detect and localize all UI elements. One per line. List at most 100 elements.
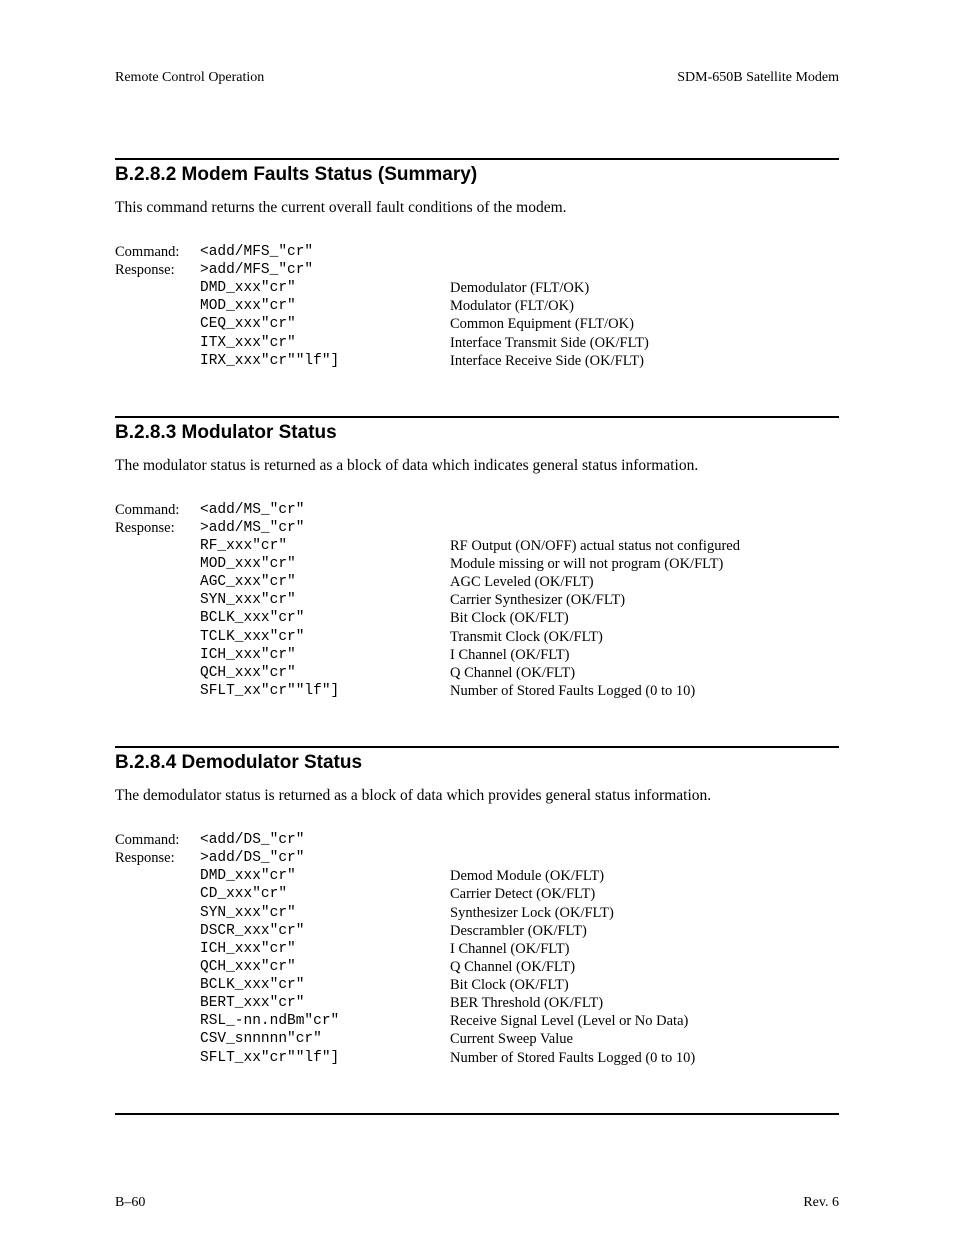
row-desc: RF Output (ON/OFF) actual status not con…: [450, 537, 839, 555]
row-desc: Receive Signal Level (Level or No Data): [450, 1012, 839, 1030]
row-spacer: [115, 1012, 200, 1030]
row-code: DMD_xxx"cr": [200, 867, 450, 885]
command-block: Command:<add/DS_"cr"Response:>add/DS_"cr…: [115, 831, 839, 1067]
row-code: ITX_xxx"cr": [200, 334, 450, 352]
row-spacer: [115, 555, 200, 573]
response-code: >add/DS_"cr": [200, 849, 450, 867]
response-desc: [450, 519, 839, 537]
row-desc: Carrier Detect (OK/FLT): [450, 885, 839, 903]
command-desc: [450, 501, 839, 519]
row-spacer: [115, 573, 200, 591]
header-left: Remote Control Operation: [115, 70, 264, 86]
row-code: QCH_xxx"cr": [200, 958, 450, 976]
footer-right: Rev. 6: [803, 1195, 839, 1211]
row-spacer: [115, 628, 200, 646]
response-code: >add/MS_"cr": [200, 519, 450, 537]
row-code: ICH_xxx"cr": [200, 940, 450, 958]
row-desc: Bit Clock (OK/FLT): [450, 609, 839, 627]
row-code: BERT_xxx"cr": [200, 994, 450, 1012]
response-code: >add/MFS_"cr": [200, 261, 450, 279]
response-desc: [450, 261, 839, 279]
section-heading: B.2.8.4 Demodulator Status: [115, 752, 839, 774]
row-spacer: [115, 1049, 200, 1067]
row-spacer: [115, 885, 200, 903]
row-spacer: [115, 334, 200, 352]
row-desc: Current Sweep Value: [450, 1030, 839, 1048]
row-desc: AGC Leveled (OK/FLT): [450, 573, 839, 591]
footer-left: B–60: [115, 1195, 145, 1211]
row-spacer: [115, 1030, 200, 1048]
row-code: CD_xxx"cr": [200, 885, 450, 903]
response-label: Response:: [115, 519, 200, 537]
command-label: Command:: [115, 501, 200, 519]
row-desc: Common Equipment (FLT/OK): [450, 315, 839, 333]
row-code: RF_xxx"cr": [200, 537, 450, 555]
command-label: Command:: [115, 831, 200, 849]
section-rule: [115, 416, 839, 418]
section-intro: This command returns the current overall…: [115, 198, 839, 219]
running-footer: B–60 Rev. 6: [115, 1195, 839, 1211]
response-desc: [450, 849, 839, 867]
header-right: SDM-650B Satellite Modem: [677, 70, 839, 86]
row-spacer: [115, 352, 200, 370]
row-spacer: [115, 664, 200, 682]
row-desc: Number of Stored Faults Logged (0 to 10): [450, 1049, 839, 1067]
row-code: SFLT_xx"cr""lf"]: [200, 682, 450, 700]
command-desc: [450, 831, 839, 849]
command-code: <add/MS_"cr": [200, 501, 450, 519]
row-code: TCLK_xxx"cr": [200, 628, 450, 646]
row-code: BCLK_xxx"cr": [200, 609, 450, 627]
row-spacer: [115, 279, 200, 297]
row-spacer: [115, 958, 200, 976]
row-code: SYN_xxx"cr": [200, 591, 450, 609]
row-desc: Q Channel (OK/FLT): [450, 664, 839, 682]
row-desc: I Channel (OK/FLT): [450, 646, 839, 664]
command-desc: [450, 243, 839, 261]
response-label: Response:: [115, 849, 200, 867]
row-desc: Demodulator (FLT/OK): [450, 279, 839, 297]
row-desc: Interface Transmit Side (OK/FLT): [450, 334, 839, 352]
row-code: CEQ_xxx"cr": [200, 315, 450, 333]
row-spacer: [115, 682, 200, 700]
row-spacer: [115, 537, 200, 555]
row-code: ICH_xxx"cr": [200, 646, 450, 664]
row-desc: Carrier Synthesizer (OK/FLT): [450, 591, 839, 609]
section-rule: [115, 746, 839, 748]
row-desc: Descrambler (OK/FLT): [450, 922, 839, 940]
row-desc: Modulator (FLT/OK): [450, 297, 839, 315]
row-code: SYN_xxx"cr": [200, 904, 450, 922]
row-spacer: [115, 922, 200, 940]
row-code: CSV_snnnnn"cr": [200, 1030, 450, 1048]
row-code: BCLK_xxx"cr": [200, 976, 450, 994]
row-spacer: [115, 591, 200, 609]
row-desc: Interface Receive Side (OK/FLT): [450, 352, 839, 370]
row-code: DSCR_xxx"cr": [200, 922, 450, 940]
row-code: DMD_xxx"cr": [200, 279, 450, 297]
command-block: Command:<add/MFS_"cr"Response:>add/MFS_"…: [115, 243, 839, 370]
row-code: QCH_xxx"cr": [200, 664, 450, 682]
section-intro: The modulator status is returned as a bl…: [115, 456, 839, 477]
row-code: MOD_xxx"cr": [200, 555, 450, 573]
command-code: <add/DS_"cr": [200, 831, 450, 849]
command-block: Command:<add/MS_"cr"Response:>add/MS_"cr…: [115, 501, 839, 700]
row-code: RSL_-nn.ndBm"cr": [200, 1012, 450, 1030]
row-desc: Q Channel (OK/FLT): [450, 958, 839, 976]
row-desc: BER Threshold (OK/FLT): [450, 994, 839, 1012]
row-desc: Number of Stored Faults Logged (0 to 10): [450, 682, 839, 700]
row-spacer: [115, 315, 200, 333]
row-desc: I Channel (OK/FLT): [450, 940, 839, 958]
row-desc: Module missing or will not program (OK/F…: [450, 555, 839, 573]
row-code: IRX_xxx"cr""lf"]: [200, 352, 450, 370]
row-spacer: [115, 297, 200, 315]
running-header: Remote Control Operation SDM-650B Satell…: [115, 70, 839, 86]
row-code: SFLT_xx"cr""lf"]: [200, 1049, 450, 1067]
row-desc: Bit Clock (OK/FLT): [450, 976, 839, 994]
row-desc: Demod Module (OK/FLT): [450, 867, 839, 885]
row-spacer: [115, 646, 200, 664]
command-label: Command:: [115, 243, 200, 261]
row-spacer: [115, 609, 200, 627]
row-spacer: [115, 867, 200, 885]
row-spacer: [115, 940, 200, 958]
response-label: Response:: [115, 261, 200, 279]
section-intro: The demodulator status is returned as a …: [115, 786, 839, 807]
